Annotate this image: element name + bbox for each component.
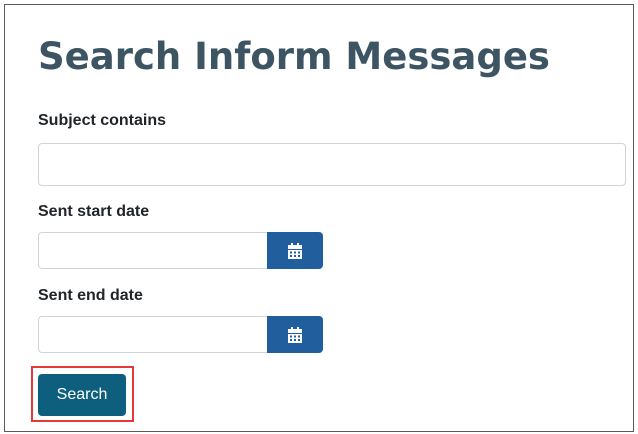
end-date-label: Sent end date [38, 287, 143, 304]
calendar-icon [288, 242, 302, 259]
page-title: Search Inform Messages [38, 35, 550, 78]
start-date-input[interactable] [38, 232, 268, 269]
start-date-label: Sent start date [38, 203, 150, 220]
end-date-calendar-button[interactable] [267, 316, 323, 353]
end-date-input[interactable] [38, 316, 268, 353]
calendar-icon [288, 326, 302, 343]
search-button[interactable]: Search [38, 374, 126, 416]
subject-input[interactable] [38, 143, 626, 186]
page-frame: Search Inform Messages Subject contains … [4, 4, 634, 432]
subject-label: Subject contains [38, 112, 167, 129]
start-date-calendar-button[interactable] [267, 232, 323, 269]
